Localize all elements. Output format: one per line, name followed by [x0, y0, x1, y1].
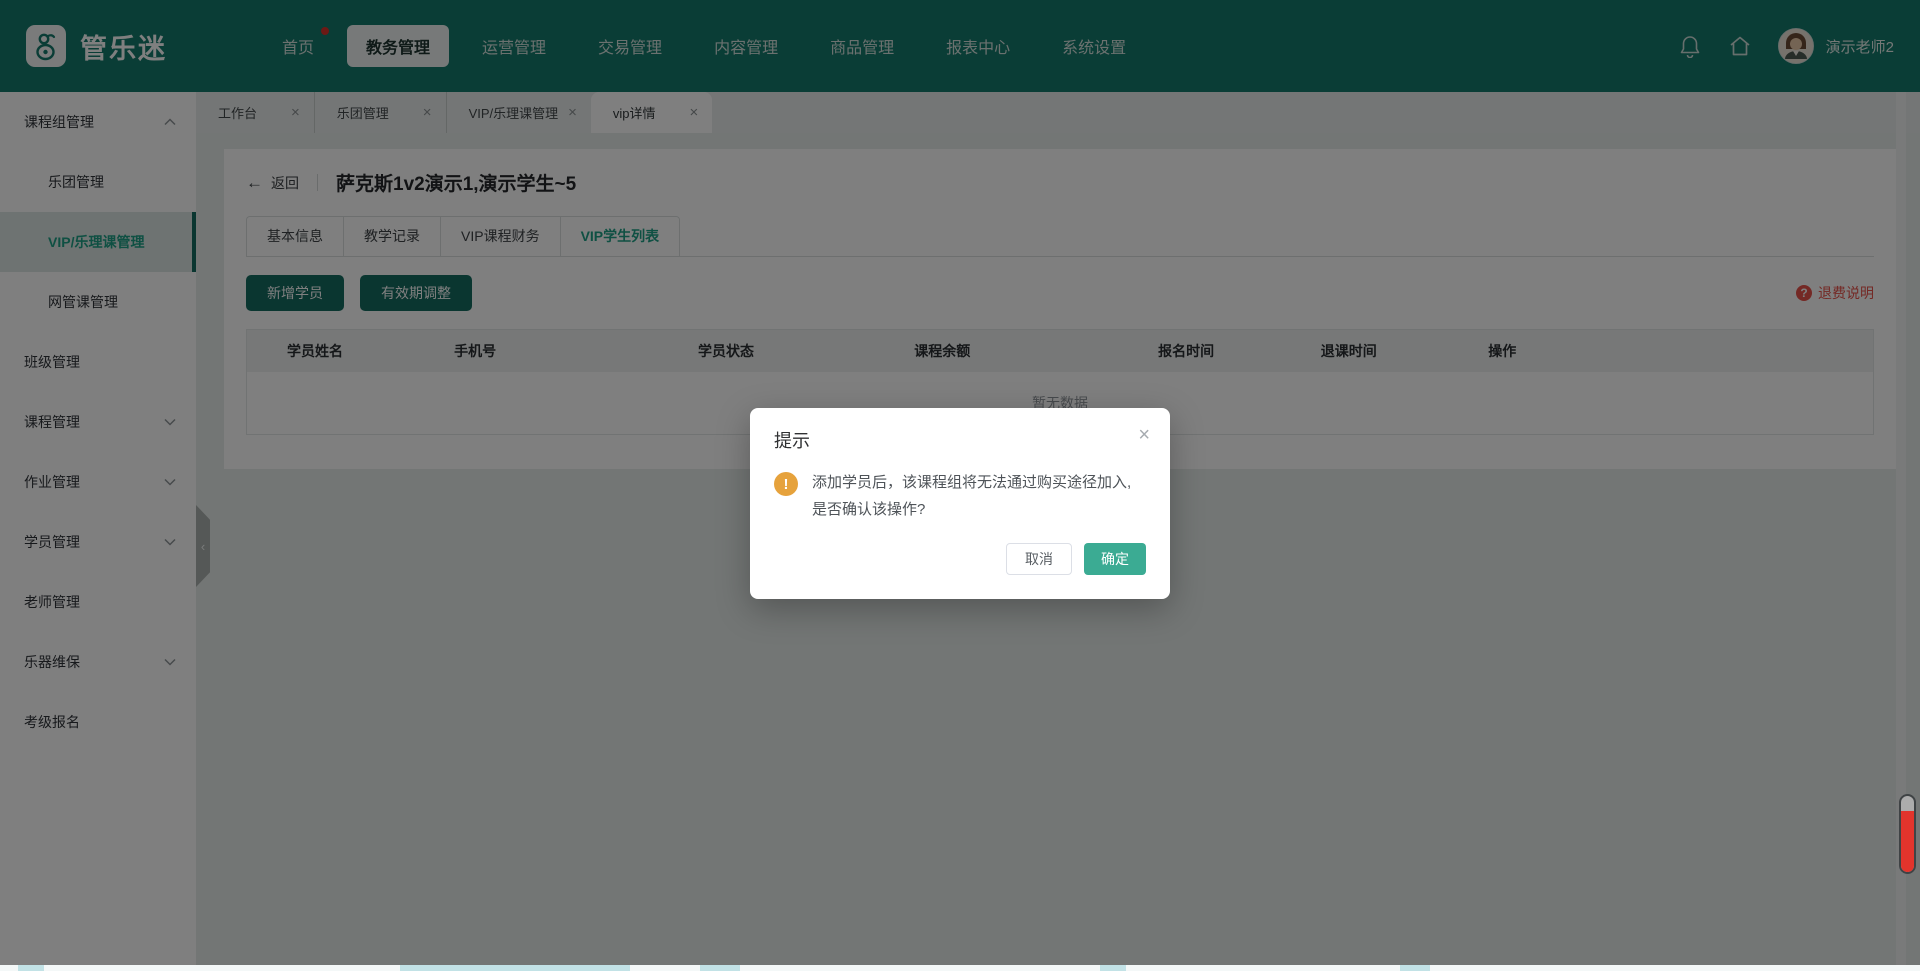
- confirm-dialog: 提示 × ! 添加学员后，该课程组将无法通过购买途径加入,是否确认该操作? 取消…: [750, 408, 1170, 599]
- dialog-title: 提示: [774, 431, 810, 451]
- confirm-button[interactable]: 确定: [1084, 543, 1146, 575]
- dialog-footer: 取消 确定: [750, 523, 1170, 579]
- scroll-indicator-widget[interactable]: [1899, 794, 1916, 874]
- cancel-button[interactable]: 取消: [1006, 543, 1072, 575]
- close-icon[interactable]: ×: [1138, 425, 1150, 445]
- app-root: 管乐迷 首页 教务管理 运营管理 交易管理 内容管理 商品管理 报表中心: [0, 0, 1920, 971]
- dialog-message: 添加学员后，该课程组将无法通过购买途径加入,是否确认该操作?: [812, 469, 1144, 523]
- dialog-body: ! 添加学员后，该课程组将无法通过购买途径加入,是否确认该操作?: [750, 459, 1170, 523]
- scroll-indicator-fill: [1901, 811, 1914, 872]
- warning-icon: !: [774, 472, 798, 496]
- bottom-edge-strip: [0, 965, 1920, 971]
- dialog-header: 提示 ×: [750, 408, 1170, 459]
